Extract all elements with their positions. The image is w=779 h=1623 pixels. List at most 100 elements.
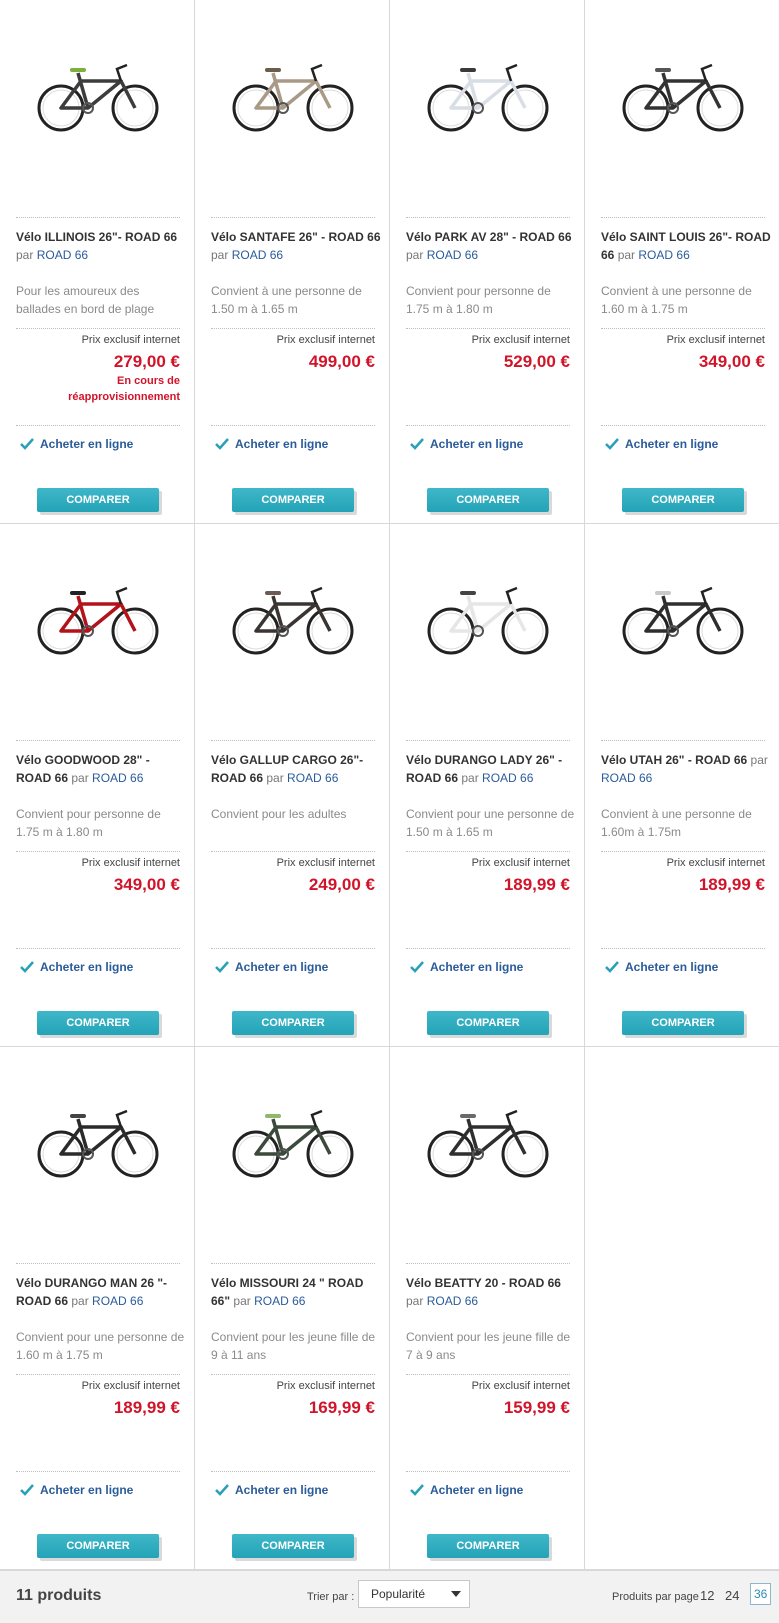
- product-title[interactable]: Vélo SANTAFE 26" - ROAD 66 par ROAD 66: [211, 228, 383, 264]
- brand-link[interactable]: ROAD 66: [427, 1294, 478, 1308]
- buy-online-link[interactable]: Acheter en ligne: [410, 1483, 523, 1497]
- buy-online-link[interactable]: Acheter en ligne: [20, 960, 133, 974]
- divider: [601, 217, 765, 218]
- product-title[interactable]: Vélo SAINT LOUIS 26"- ROAD 66 par ROAD 6…: [601, 228, 773, 264]
- bicycle-icon: [423, 1099, 553, 1184]
- price-label: Prix exclusif internet: [276, 334, 375, 346]
- compare-button[interactable]: COMPARER: [622, 488, 744, 512]
- by-label: par: [461, 771, 479, 785]
- product-price: 499,00 €: [308, 352, 375, 371]
- divider: [211, 217, 375, 218]
- buy-online-label: Acheter en ligne: [235, 437, 329, 451]
- product-title[interactable]: Vélo BEATTY 20 - ROAD 66 par ROAD 66: [406, 1274, 578, 1310]
- by-label: par: [266, 771, 284, 785]
- product-name[interactable]: Vélo ILLINOIS 26"- ROAD 66: [16, 230, 177, 244]
- checkmark-icon: [20, 1484, 34, 1496]
- product-price: 169,99 €: [308, 1398, 375, 1417]
- price-label: Prix exclusif internet: [81, 334, 180, 346]
- price-label: Prix exclusif internet: [471, 857, 570, 869]
- sort-value: Popularité: [371, 1587, 426, 1601]
- divider: [601, 740, 765, 741]
- product-image[interactable]: [601, 543, 765, 693]
- buy-online-link[interactable]: Acheter en ligne: [215, 1483, 328, 1497]
- per-page-24[interactable]: 24: [725, 1588, 739, 1603]
- buy-online-link[interactable]: Acheter en ligne: [605, 437, 718, 451]
- product-card: Vélo MISSOURI 24 " ROAD 66" par ROAD 66 …: [195, 1046, 390, 1569]
- compare-button[interactable]: COMPARER: [427, 1534, 549, 1558]
- brand-link[interactable]: ROAD 66: [37, 248, 88, 262]
- checkmark-icon: [20, 961, 34, 973]
- brand-link[interactable]: ROAD 66: [482, 771, 533, 785]
- brand-link[interactable]: ROAD 66: [427, 248, 478, 262]
- product-name[interactable]: Vélo UTAH 26" - ROAD 66: [601, 753, 747, 767]
- buy-online-link[interactable]: Acheter en ligne: [410, 437, 523, 451]
- per-page-12[interactable]: 12: [700, 1588, 714, 1603]
- product-title[interactable]: Vélo GOODWOOD 28" - ROAD 66 par ROAD 66: [16, 751, 188, 787]
- brand-link[interactable]: ROAD 66: [638, 248, 689, 262]
- product-image[interactable]: [601, 20, 765, 170]
- product-image[interactable]: [406, 543, 570, 693]
- product-image[interactable]: [16, 20, 180, 170]
- divider: [601, 948, 765, 949]
- brand-link[interactable]: ROAD 66: [92, 771, 143, 785]
- divider: [406, 1374, 570, 1375]
- product-image[interactable]: [406, 20, 570, 170]
- product-name[interactable]: Vélo BEATTY 20 - ROAD 66: [406, 1276, 561, 1290]
- product-card: Vélo ILLINOIS 26"- ROAD 66 par ROAD 66 P…: [0, 0, 195, 523]
- compare-button[interactable]: COMPARER: [37, 1011, 159, 1035]
- compare-button[interactable]: COMPARER: [622, 1011, 744, 1035]
- per-page-36[interactable]: 36: [750, 1583, 772, 1605]
- product-title[interactable]: Vélo ILLINOIS 26"- ROAD 66 par ROAD 66: [16, 228, 188, 264]
- product-description: Convient pour les adultes: [211, 807, 347, 821]
- product-description: Pour les amoureux des ballades en bord d…: [16, 284, 155, 316]
- by-label: par: [71, 1294, 89, 1308]
- buy-online-link[interactable]: Acheter en ligne: [215, 437, 328, 451]
- product-title[interactable]: Vélo GALLUP CARGO 26"- ROAD 66 par ROAD …: [211, 751, 383, 787]
- divider: [16, 851, 180, 852]
- compare-button[interactable]: COMPARER: [427, 488, 549, 512]
- product-title[interactable]: Vélo DURANGO MAN 26 "- ROAD 66 par ROAD …: [16, 1274, 188, 1310]
- product-image[interactable]: [211, 20, 375, 170]
- product-image[interactable]: [16, 1066, 180, 1216]
- divider: [406, 217, 570, 218]
- price-label: Prix exclusif internet: [666, 857, 765, 869]
- divider: [406, 740, 570, 741]
- buy-online-link[interactable]: Acheter en ligne: [605, 960, 718, 974]
- product-title[interactable]: Vélo UTAH 26" - ROAD 66 par ROAD 66: [601, 751, 773, 787]
- divider: [16, 948, 180, 949]
- buy-online-link[interactable]: Acheter en ligne: [20, 1483, 133, 1497]
- compare-button[interactable]: COMPARER: [37, 488, 159, 512]
- buy-online-link[interactable]: Acheter en ligne: [20, 437, 133, 451]
- buy-online-link[interactable]: Acheter en ligne: [410, 960, 523, 974]
- product-image[interactable]: [16, 543, 180, 693]
- compare-button[interactable]: COMPARER: [232, 488, 354, 512]
- compare-button[interactable]: COMPARER: [427, 1011, 549, 1035]
- product-image[interactable]: [211, 1066, 375, 1216]
- product-title[interactable]: Vélo MISSOURI 24 " ROAD 66" par ROAD 66: [211, 1274, 383, 1310]
- brand-link[interactable]: ROAD 66: [92, 1294, 143, 1308]
- brand-link[interactable]: ROAD 66: [601, 771, 652, 785]
- buy-online-label: Acheter en ligne: [40, 1483, 134, 1497]
- product-image[interactable]: [406, 1066, 570, 1216]
- checkmark-icon: [215, 1484, 229, 1496]
- product-title[interactable]: Vélo DURANGO LADY 26" - ROAD 66 par ROAD…: [406, 751, 578, 787]
- by-label: par: [211, 248, 229, 262]
- buy-online-label: Acheter en ligne: [625, 960, 719, 974]
- product-card: Vélo PARK AV 28" - ROAD 66 par ROAD 66 C…: [390, 0, 585, 523]
- divider: [16, 1374, 180, 1375]
- by-label: par: [406, 248, 424, 262]
- brand-link[interactable]: ROAD 66: [287, 771, 338, 785]
- product-image[interactable]: [211, 543, 375, 693]
- brand-link[interactable]: ROAD 66: [254, 1294, 305, 1308]
- sort-select[interactable]: Popularité: [358, 1580, 470, 1608]
- brand-link[interactable]: ROAD 66: [232, 248, 283, 262]
- product-title[interactable]: Vélo PARK AV 28" - ROAD 66 par ROAD 66: [406, 228, 578, 264]
- buy-online-link[interactable]: Acheter en ligne: [215, 960, 328, 974]
- price-label: Prix exclusif internet: [666, 334, 765, 346]
- compare-button[interactable]: COMPARER: [232, 1011, 354, 1035]
- compare-button[interactable]: COMPARER: [37, 1534, 159, 1558]
- product-name[interactable]: Vélo PARK AV 28" - ROAD 66: [406, 230, 572, 244]
- divider: [601, 851, 765, 852]
- product-name[interactable]: Vélo SANTAFE 26" - ROAD 66: [211, 230, 381, 244]
- compare-button[interactable]: COMPARER: [232, 1534, 354, 1558]
